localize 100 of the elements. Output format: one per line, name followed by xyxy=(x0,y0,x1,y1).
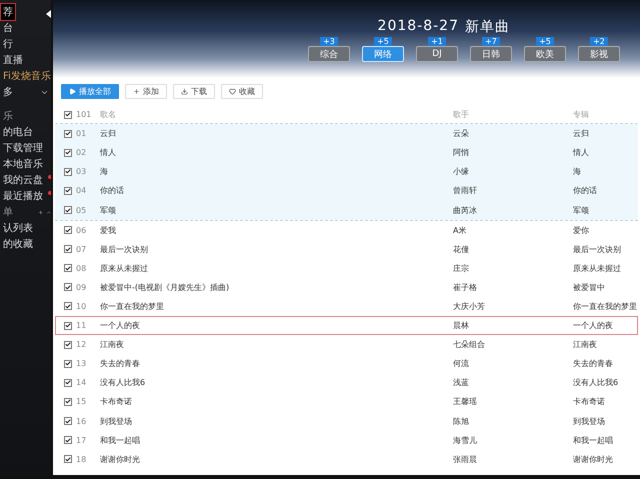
song-title: 谢谢你时光 xyxy=(100,454,141,465)
song-title: 被爱冒中-(电视剧《月嫂先生》插曲) xyxy=(100,282,230,293)
album-name: 到我登场 xyxy=(573,416,606,427)
track-number: 16 xyxy=(76,416,88,426)
song-row[interactable]: 05 军颂 曲芮冰 军颂 xyxy=(55,200,638,220)
column-header: 歌手 xyxy=(453,109,470,120)
track-number: 07 xyxy=(76,244,88,254)
album-name: 你一直在我的梦里 xyxy=(573,300,637,312)
album-name: 江南夜 xyxy=(573,339,598,350)
sidebar-item[interactable]: 的电台 xyxy=(0,123,36,141)
banner-date: 2018-8-27 xyxy=(378,18,459,36)
track-number: 06 xyxy=(76,226,88,235)
count-badge: +7 xyxy=(482,37,500,46)
sidebar-item[interactable]: 行 xyxy=(0,35,16,53)
sidebar-item[interactable]: 单 xyxy=(0,203,16,221)
sidebar-item[interactable]: 多 xyxy=(0,83,16,101)
add-button[interactable]: 添加 xyxy=(125,84,167,99)
sidebar-item[interactable]: 我的云盘 xyxy=(0,171,46,189)
singer-name: 七朵组合 xyxy=(453,339,486,350)
song-title: 没有人比我6 xyxy=(100,377,146,388)
singer-name: 海雪儿 xyxy=(453,434,478,446)
song-title: 军颂 xyxy=(100,204,117,216)
track-number: 04 xyxy=(76,186,88,196)
singer-name: 晨林 xyxy=(453,320,470,332)
sidebar-item[interactable]: 本地音乐 xyxy=(0,155,46,173)
song-title: 原来从未握过 xyxy=(100,262,149,274)
song-row[interactable]: 02 情人 阿悄 情人 xyxy=(55,143,638,162)
track-number: 09 xyxy=(76,282,88,292)
singer-name: 大庆小芳 xyxy=(453,300,486,312)
column-header: 专辑 xyxy=(573,109,590,120)
song-title: 江南夜 xyxy=(100,339,125,350)
song-title: 失去的青春 xyxy=(100,358,141,370)
category-tab[interactable]: 影视 xyxy=(578,46,620,62)
song-title: 爱我 xyxy=(100,224,117,236)
song-title: 情人 xyxy=(100,147,117,158)
singer-name: 庄宗 xyxy=(453,262,470,274)
singer-name: 曲芮冰 xyxy=(453,204,478,216)
song-row[interactable]: 03 海 小缘 海 xyxy=(55,162,638,182)
album-name: 军颂 xyxy=(573,204,590,216)
song-title: 你一直在我的梦里 xyxy=(100,300,165,312)
song-row[interactable]: 01 云归 云朵 云归 xyxy=(55,124,638,144)
track-number: 03 xyxy=(76,167,88,176)
category-tab[interactable]: DJ xyxy=(416,46,458,62)
sidebar-item[interactable]: 直播 xyxy=(0,51,26,69)
category-tab[interactable]: 欧美 xyxy=(524,46,566,62)
album-name: 谢谢你时光 xyxy=(573,454,614,465)
track-number: 02 xyxy=(76,148,88,158)
singer-name: 陈旭 xyxy=(453,416,470,427)
song-row[interactable]: 04 你的话 曾雨轩 你的话 xyxy=(55,181,638,200)
category-tab[interactable]: 日韩 xyxy=(470,46,512,62)
count-badge: +2 xyxy=(590,37,608,46)
singer-name: 何流 xyxy=(453,358,470,370)
sidebar-item[interactable]: 台 xyxy=(0,19,16,37)
track-number: 17 xyxy=(76,436,88,445)
count-badge: +3 xyxy=(320,37,338,46)
album-name: 你的话 xyxy=(573,185,598,196)
song-row[interactable]: 11 一个人的夜 晨林 一个人的夜 xyxy=(55,316,638,336)
track-number: 10 xyxy=(76,302,88,311)
album-name: 原来从未握过 xyxy=(573,262,622,274)
category-tab[interactable]: 综合 xyxy=(308,46,350,62)
album-name: 云归 xyxy=(573,128,590,140)
favorite-button[interactable]: 收藏 xyxy=(221,84,263,99)
sidebar-item[interactable]: 的收藏 xyxy=(0,235,36,253)
track-count: 101 xyxy=(76,110,92,120)
singer-name: 浅蓝 xyxy=(453,377,470,388)
singer-name: 阿悄 xyxy=(453,147,470,158)
sidebar-item[interactable]: 最近播放 xyxy=(0,187,46,205)
track-number: 15 xyxy=(76,397,88,406)
song-title: 一个人的夜 xyxy=(100,320,141,332)
sidebar-item[interactable]: 荐 xyxy=(0,3,16,21)
sidebar-item[interactable]: 下载管理 xyxy=(0,139,46,157)
song-title: 海 xyxy=(100,166,109,178)
banner-title: 新单曲 xyxy=(465,18,510,36)
track-number: 18 xyxy=(76,454,88,464)
sidebar-item[interactable]: 乐 xyxy=(0,107,16,125)
track-number: 13 xyxy=(76,359,88,368)
download-button[interactable]: 下载 xyxy=(173,84,215,99)
sidebar-item[interactable]: Fi发烧音乐 xyxy=(0,67,51,85)
track-number: 11 xyxy=(76,321,88,330)
song-title: 和我一起唱 xyxy=(100,434,141,446)
singer-name: A米 xyxy=(453,224,468,236)
song-title: 卡布奇诺 xyxy=(100,396,133,408)
column-header: 歌名 xyxy=(100,109,117,120)
track-number: 14 xyxy=(76,378,88,388)
song-title: 你的话 xyxy=(100,185,125,196)
album-name: 爱你 xyxy=(573,224,590,236)
singer-name: 曾雨轩 xyxy=(453,185,478,196)
album-name: 一个人的夜 xyxy=(573,320,614,332)
sidebar-item[interactable]: 认列表 xyxy=(0,219,36,237)
track-number: 05 xyxy=(76,206,88,215)
song-title: 到我登场 xyxy=(100,416,133,427)
track-number: 01 xyxy=(76,129,88,138)
singer-name: 王馨瑶 xyxy=(453,396,478,408)
album-name: 没有人比我6 xyxy=(573,377,620,388)
singer-name: 崔子格 xyxy=(453,282,478,293)
singer-name: 张雨晨 xyxy=(453,454,478,465)
album-name: 情人 xyxy=(573,147,590,158)
track-number: 12 xyxy=(76,340,88,350)
album-name: 海 xyxy=(573,166,582,178)
singer-name: 小缘 xyxy=(453,166,470,178)
